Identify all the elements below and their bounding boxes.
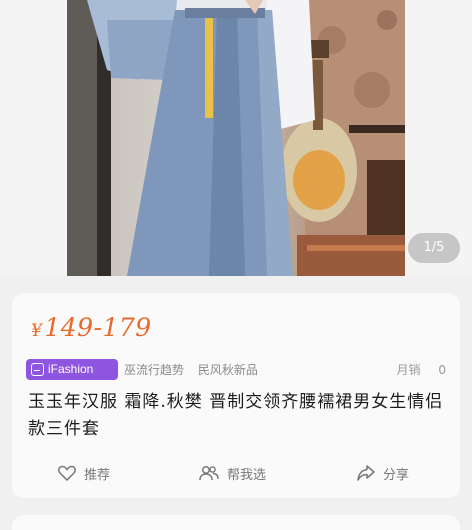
recommend-button[interactable]: 推荐 (58, 461, 110, 485)
product-tags: 巫流行趋势 民风秋新品 (124, 361, 268, 378)
recommend-label: 推荐 (84, 467, 111, 483)
product-photo[interactable] (67, 0, 405, 276)
price: ¥149-179 (31, 313, 152, 342)
help-choose-button[interactable]: 帮我选 (199, 461, 266, 485)
users-icon (199, 466, 219, 481)
badge-label: iFashion (48, 362, 94, 376)
price-range: 149-179 (44, 313, 152, 342)
share-button[interactable]: 分享 (357, 461, 409, 485)
sales-count: 0 (438, 363, 446, 377)
product-tag: 巫流行趋势 (124, 363, 185, 377)
product-image-gallery[interactable]: 1/5 (0, 0, 472, 276)
ifashion-badge[interactable]: iFashion (26, 359, 118, 380)
product-tag: 民风秋新品 (197, 363, 258, 377)
shop-icon (31, 363, 44, 376)
product-title: 玉玉年汉服 霜降.秋樊 晋制交领齐腰襦裙男女生情侣款三件套 (28, 392, 444, 439)
product-detail-page: 1/5 ¥149-179 iFashion 巫流行趋势 民风秋新品 月销 0 玉… (0, 0, 472, 530)
share-icon (357, 465, 375, 481)
sales-label: 月销 (396, 363, 421, 377)
next-section-card (12, 515, 460, 530)
monthly-sales: 月销 0 (397, 361, 446, 378)
currency-symbol: ¥ (31, 321, 43, 341)
share-label: 分享 (383, 467, 410, 483)
product-photo-illustration (67, 0, 405, 276)
help-choose-label: 帮我选 (227, 467, 267, 483)
product-info-card: ¥149-179 iFashion 巫流行趋势 民风秋新品 月销 0 玉玉年汉服… (12, 293, 460, 498)
action-bar: 推荐 帮我选 分享 (12, 461, 460, 485)
image-counter: 1/5 (408, 233, 460, 263)
heart-icon (58, 465, 76, 481)
